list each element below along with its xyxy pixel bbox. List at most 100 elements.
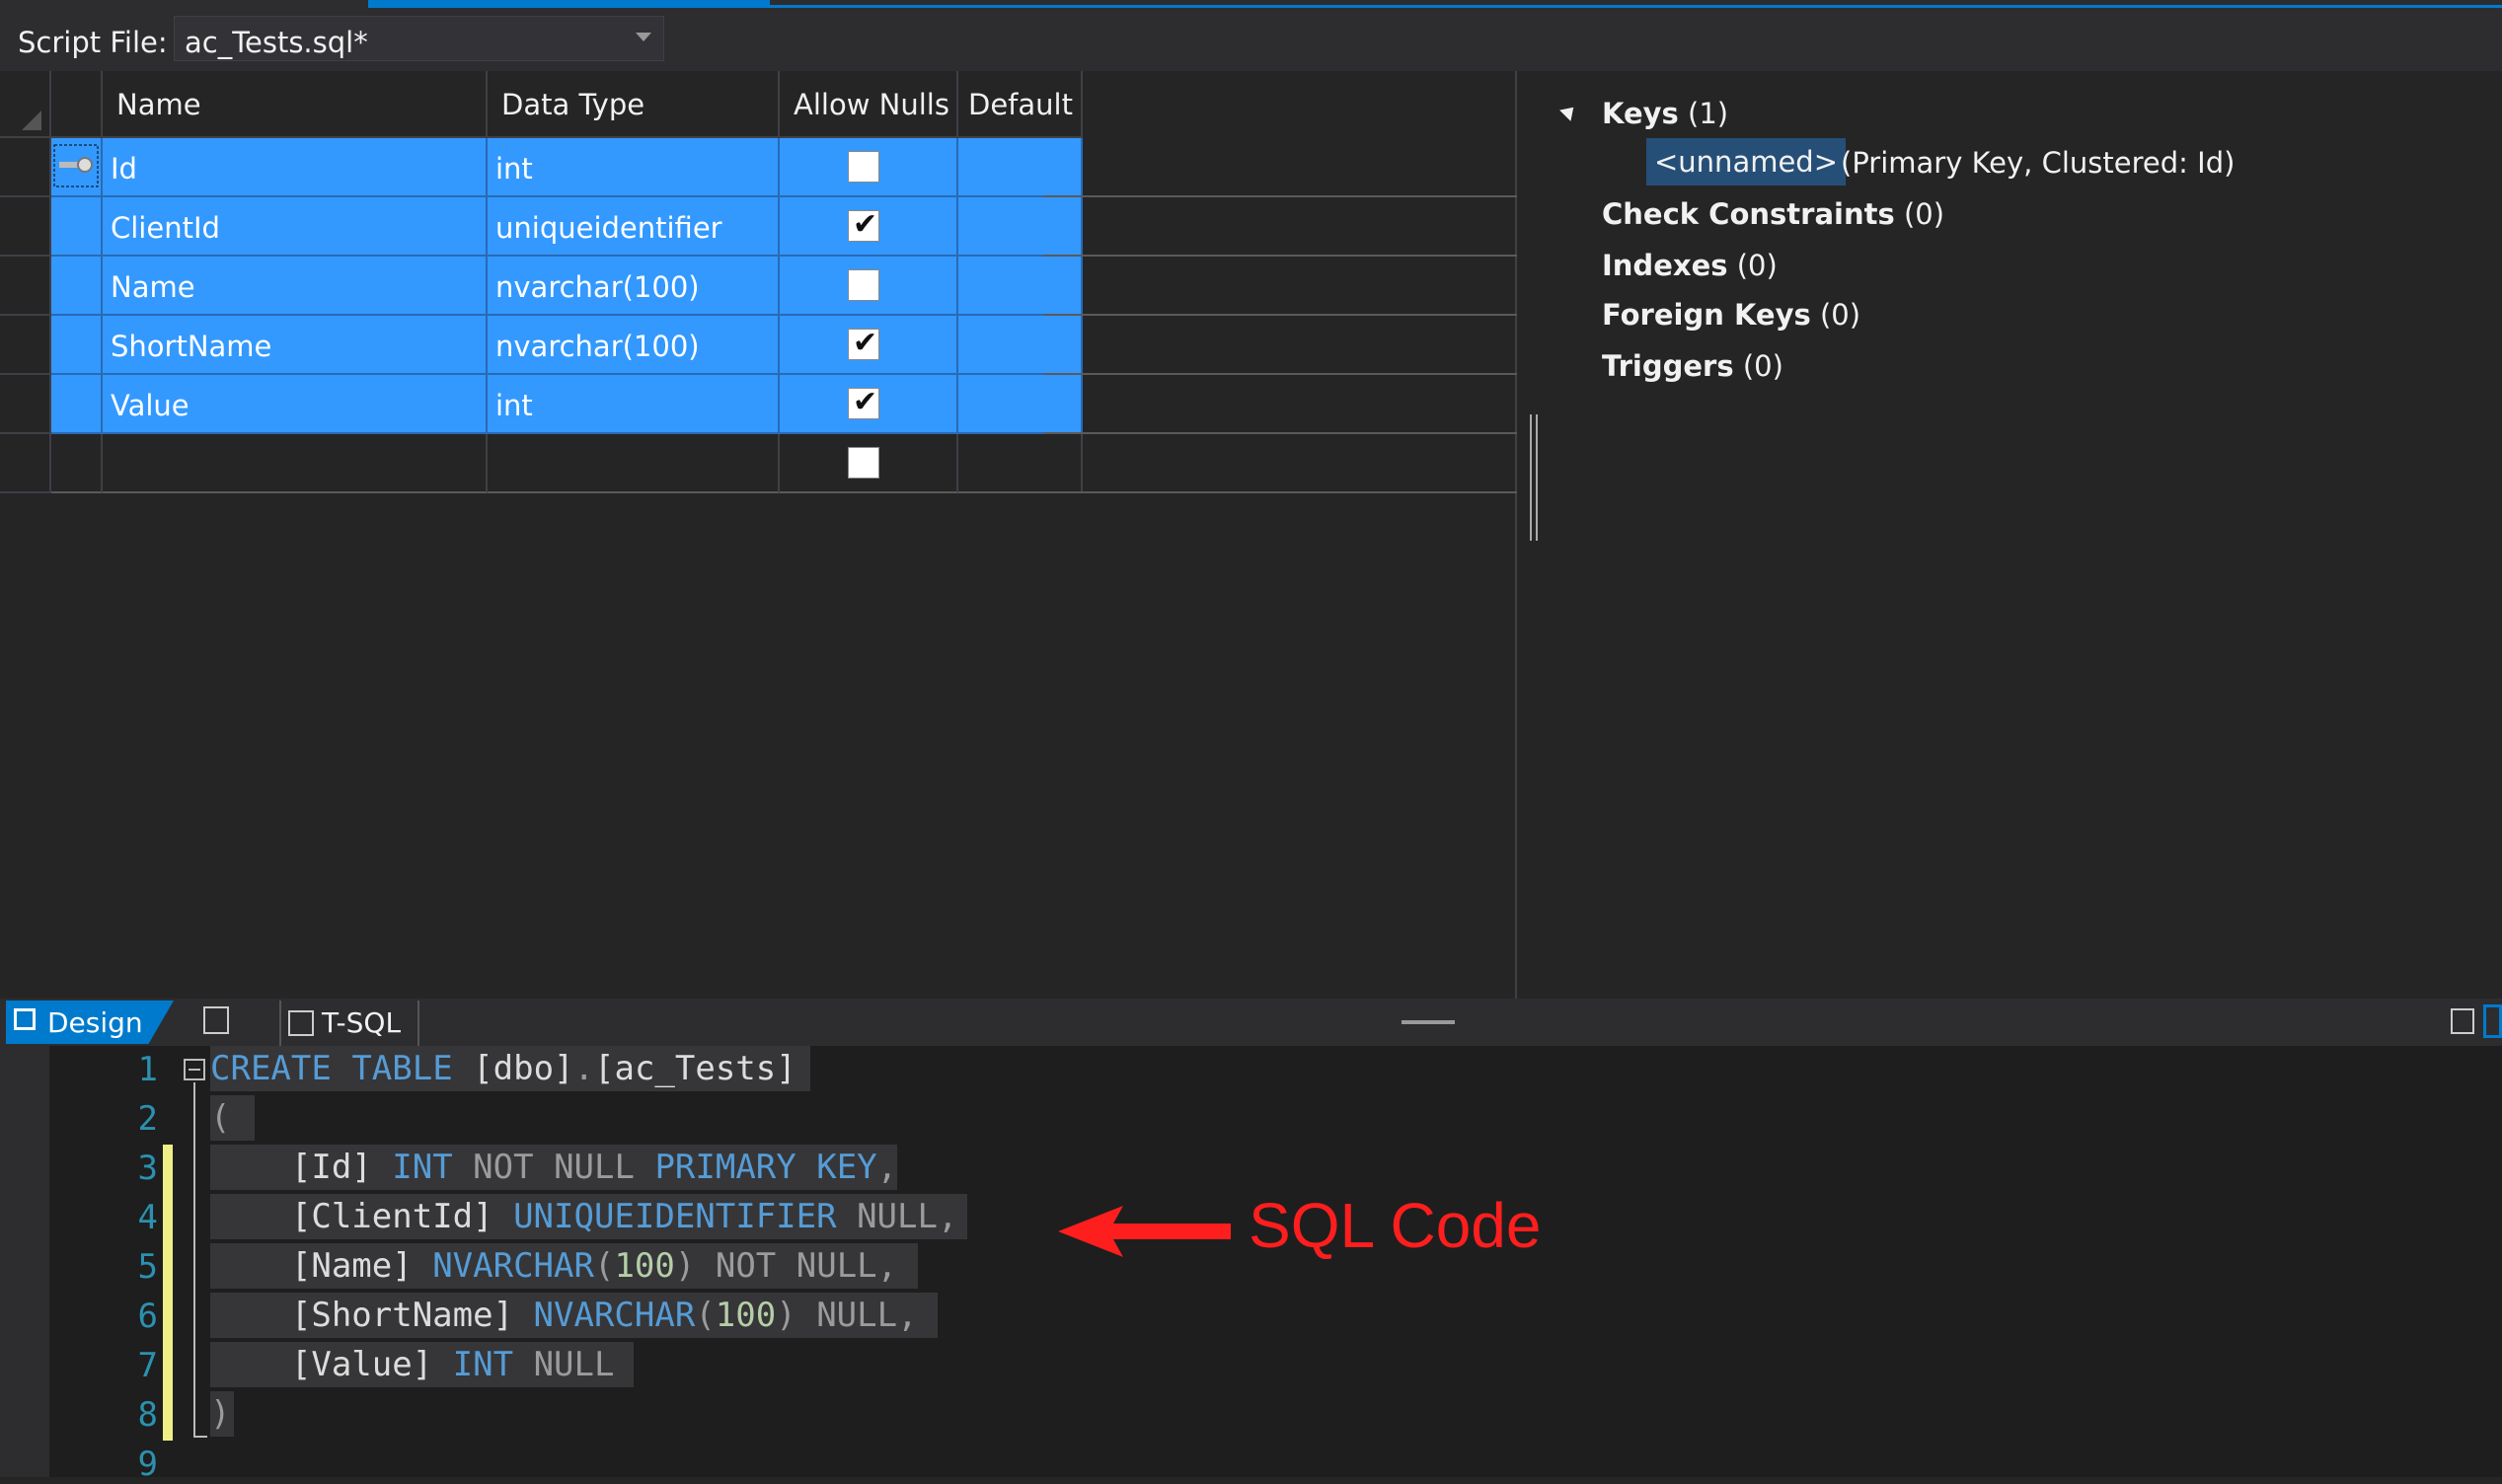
row-marker[interactable] — [51, 138, 103, 197]
chevron-down-icon[interactable] — [636, 33, 651, 41]
editor-margin — [0, 1046, 49, 1477]
grid-row-extension — [1043, 197, 1517, 257]
line-number: 4 — [137, 1198, 158, 1237]
primary-key-item[interactable]: <unnamed> — [1646, 138, 1847, 186]
cell-allow-nulls — [780, 434, 958, 493]
cell-data-type[interactable]: nvarchar(100) — [488, 316, 780, 375]
allow-nulls-checkbox[interactable] — [848, 269, 879, 301]
active-document-tab[interactable] — [368, 0, 770, 8]
allow-nulls-checkbox[interactable] — [848, 151, 879, 183]
fold-guide-end — [193, 1436, 207, 1438]
code-line-4: [ClientId] UNIQUEIDENTIFIER NULL, — [210, 1194, 968, 1239]
row-selector[interactable] — [0, 375, 51, 434]
code-line-8: ) — [210, 1391, 234, 1437]
line-number: 8 — [137, 1395, 158, 1435]
script-file-label: Script File: — [18, 26, 168, 59]
allow-nulls-checkbox[interactable]: ✔ — [848, 385, 879, 419]
cell-allow-nulls: ✔ — [780, 375, 958, 434]
changed-line-marker — [163, 1391, 173, 1441]
check-icon: ✔ — [853, 326, 878, 360]
row-selector[interactable] — [0, 434, 51, 493]
indexes-node[interactable]: Indexes (0) — [1602, 249, 1778, 282]
design-view-icon — [14, 1008, 36, 1030]
keys-node[interactable]: Keys (1) — [1602, 97, 1728, 130]
annotation-arrow — [1058, 1206, 1231, 1257]
check-icon: ✔ — [853, 385, 878, 419]
row-marker[interactable] — [51, 197, 103, 257]
changed-line-marker — [163, 1243, 173, 1293]
cell-data-type[interactable]: uniqueidentifier — [488, 197, 780, 257]
horizontal-split-icon[interactable] — [2483, 1004, 2502, 1038]
cell-column-name[interactable]: Id — [103, 138, 488, 197]
cell-column-name[interactable]: Value — [103, 375, 488, 434]
cell-data-type[interactable]: int — [488, 138, 780, 197]
fold-collapse-icon[interactable] — [184, 1059, 205, 1080]
changed-line-marker — [163, 1293, 173, 1342]
code-line-2: ( — [210, 1095, 255, 1141]
grid-row-extension — [1043, 434, 1517, 493]
triggers-node[interactable]: Triggers (0) — [1602, 349, 1783, 383]
line-number: 3 — [137, 1149, 158, 1188]
changed-line-marker — [163, 1342, 173, 1391]
code-line-3: [Id] INT NOT NULL PRIMARY KEY, — [210, 1145, 898, 1190]
column-header-name[interactable]: Name — [103, 71, 488, 138]
line-number: 6 — [137, 1297, 158, 1336]
row-marker-header — [51, 71, 103, 138]
script-file-value: ac_Tests.sql* — [185, 26, 368, 59]
tab-tsql-label: T-SQL — [322, 1006, 402, 1039]
cell-column-name[interactable]: ClientId — [103, 197, 488, 257]
swap-panes-icon[interactable] — [203, 1006, 229, 1034]
line-number: 2 — [137, 1099, 158, 1139]
cell-column-name[interactable]: ShortName — [103, 316, 488, 375]
pane-splitter[interactable] — [1530, 414, 1538, 541]
column-header-default[interactable]: Default — [958, 71, 1083, 138]
line-number: 9 — [137, 1445, 158, 1484]
grid-row-extension — [1043, 375, 1517, 434]
cell-allow-nulls — [780, 138, 958, 197]
column-header-data-type[interactable]: Data Type — [488, 71, 780, 138]
select-all-corner[interactable] — [0, 71, 51, 138]
vertical-split-icon[interactable] — [2451, 1008, 2474, 1034]
code-line-5: [Name] NVARCHAR(100) NOT NULL, — [210, 1243, 918, 1289]
cell-data-type[interactable] — [488, 434, 780, 493]
primary-key-detail: (Primary Key, Clustered: Id) — [1841, 146, 2236, 180]
row-marker[interactable] — [51, 375, 103, 434]
allow-nulls-checkbox[interactable]: ✔ — [848, 207, 879, 242]
code-line-6: [ShortName] NVARCHAR(100) NULL, — [210, 1293, 939, 1338]
cell-allow-nulls: ✔ — [780, 316, 958, 375]
script-file-dropdown[interactable]: ac_Tests.sql* — [174, 16, 664, 61]
code-line-1: CREATE TABLE [dbo].[ac_Tests] — [210, 1046, 810, 1091]
cell-data-type[interactable]: nvarchar(100) — [488, 257, 780, 316]
line-number: 1 — [137, 1050, 158, 1089]
row-selector[interactable] — [0, 138, 51, 197]
row-marker[interactable] — [51, 434, 103, 493]
line-number: 5 — [137, 1247, 158, 1287]
row-selector[interactable] — [0, 257, 51, 316]
column-header-allow-nulls[interactable]: Allow Nulls — [780, 71, 958, 138]
document-tab-strip — [0, 0, 2502, 8]
row-selector[interactable] — [0, 197, 51, 257]
grid-row-extension — [1043, 138, 1517, 197]
row-selector[interactable] — [0, 316, 51, 375]
cell-allow-nulls — [780, 257, 958, 316]
foreign-keys-node[interactable]: Foreign Keys (0) — [1602, 298, 1860, 332]
row-marker[interactable] — [51, 316, 103, 375]
primary-key-icon — [53, 144, 99, 187]
check-constraints-node[interactable]: Check Constraints (0) — [1602, 197, 1944, 231]
cell-column-name[interactable] — [103, 434, 488, 493]
cell-column-name[interactable]: Name — [103, 257, 488, 316]
grid-row-extension — [1043, 257, 1517, 316]
pane-resize-handle[interactable] — [1402, 1020, 1455, 1024]
code-line-7: [Value] INT NULL — [210, 1342, 635, 1387]
collapse-triangle-icon[interactable] — [1559, 102, 1579, 121]
annotation-label: SQL Code — [1249, 1190, 1542, 1261]
line-number: 7 — [137, 1346, 158, 1385]
allow-nulls-checkbox[interactable]: ✔ — [848, 326, 879, 360]
tsql-view-icon — [288, 1010, 314, 1036]
allow-nulls-checkbox[interactable] — [848, 447, 879, 479]
changed-line-marker — [163, 1145, 173, 1194]
cell-data-type[interactable]: int — [488, 375, 780, 434]
check-icon: ✔ — [853, 207, 878, 242]
row-marker[interactable] — [51, 257, 103, 316]
fold-guide — [193, 1082, 195, 1438]
